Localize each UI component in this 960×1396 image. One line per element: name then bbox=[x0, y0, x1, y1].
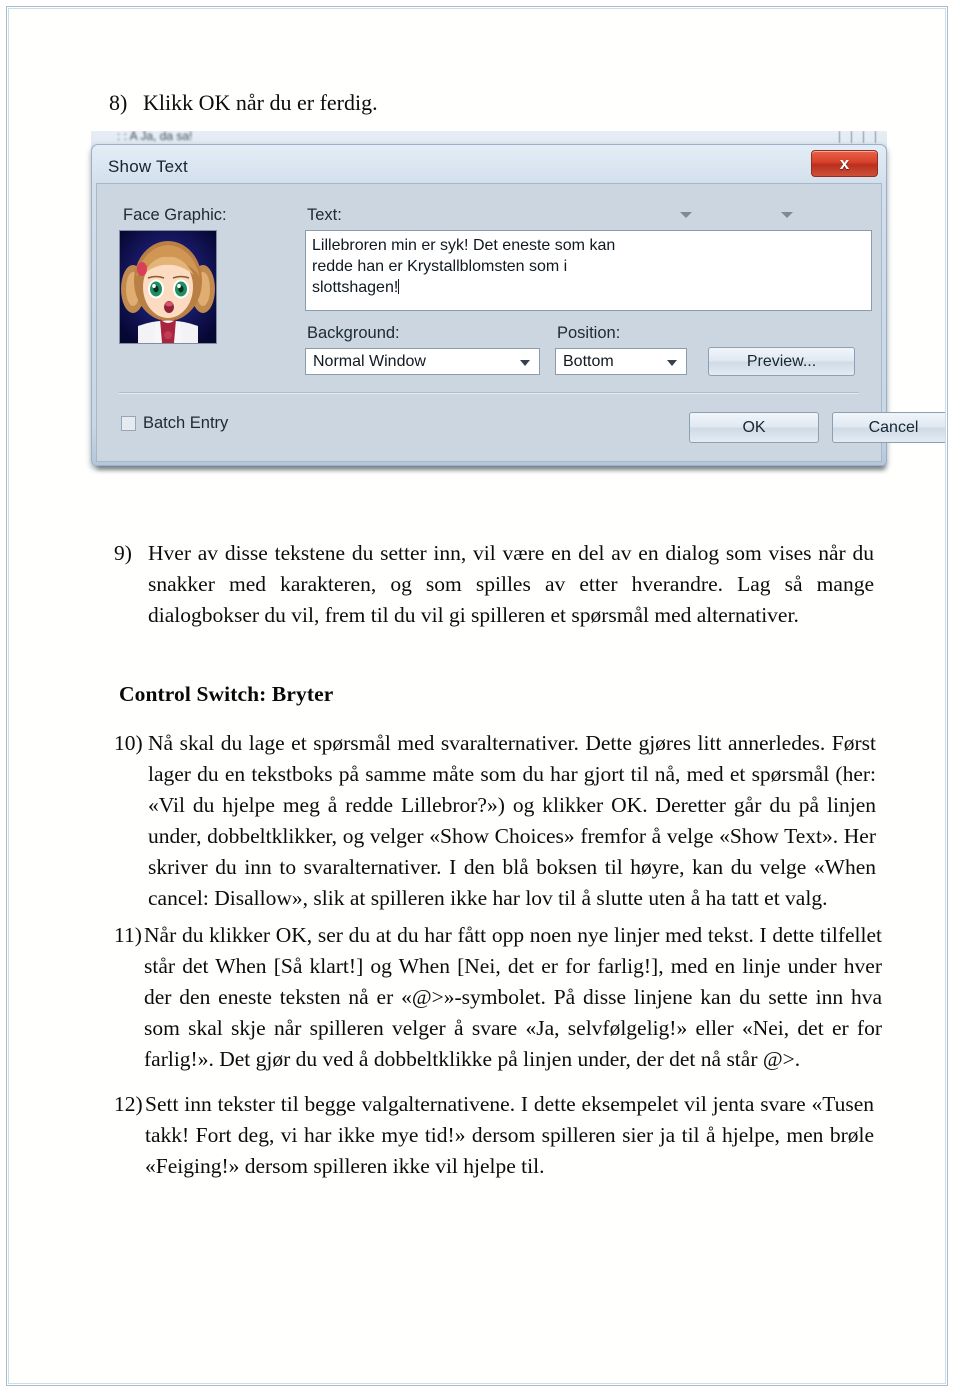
chevron-down-icon bbox=[667, 360, 677, 366]
close-button[interactable]: x bbox=[811, 150, 878, 177]
page-frame: 8) Klikk OK når du er ferdig. : : A Ja, … bbox=[6, 6, 948, 1386]
step-text: Klikk OK når du er ferdig. bbox=[143, 90, 378, 115]
checkbox-icon bbox=[121, 416, 136, 431]
position-select-value: Bottom bbox=[563, 353, 614, 370]
batch-entry-checkbox[interactable]: Batch Entry bbox=[121, 414, 228, 433]
background-window-tick bbox=[875, 131, 876, 143]
batch-entry-label: Batch Entry bbox=[143, 414, 229, 432]
step-item-11: 11) Når du klikker OK, ser du at du har … bbox=[114, 920, 882, 1075]
step-text: Hver av disse tekstene du setter inn, vi… bbox=[148, 541, 874, 627]
step-text: Nå skal du lage et spørsmål med svaralte… bbox=[148, 731, 876, 910]
dialog-title: Show Text bbox=[108, 157, 188, 176]
background-select[interactable]: Normal Window bbox=[305, 348, 540, 375]
step-item-10: 10) Nå skal du lage et spørsmål med svar… bbox=[114, 728, 876, 914]
dialog-client-area: Face Graphic: Text: Lillebroren min er s… bbox=[96, 183, 945, 462]
cancel-button-label: Cancel bbox=[868, 418, 919, 436]
step-marker: 11) bbox=[114, 923, 142, 947]
chevron-down-icon-1[interactable] bbox=[680, 212, 692, 218]
step-marker: 9) bbox=[114, 541, 132, 565]
chevron-down-icon-2[interactable] bbox=[781, 212, 793, 218]
step-marker: 12) bbox=[114, 1092, 143, 1116]
chevron-down-icon bbox=[520, 360, 530, 366]
text-line-1: Lillebroren min er syk! Det eneste som k… bbox=[312, 237, 616, 254]
face-graphic-thumbnail[interactable] bbox=[119, 230, 217, 344]
text-input[interactable]: Lillebroren min er syk! Det eneste som k… bbox=[305, 230, 872, 311]
preview-button-label: Preview... bbox=[746, 352, 817, 370]
background-window-blurred-text: : : A Ja, da sa! bbox=[117, 131, 193, 143]
step-marker: 8) bbox=[109, 90, 128, 115]
step-marker: 10) bbox=[114, 731, 143, 755]
embedded-screenshot-show-text-dialog: : : A Ja, da sa! Show Text x Face Graphi… bbox=[91, 131, 945, 474]
divider bbox=[119, 392, 859, 394]
text-caret bbox=[398, 279, 400, 294]
step-text: Når du klikker OK, ser du at du har fått… bbox=[144, 923, 882, 1071]
face-graphic-label: Face Graphic: bbox=[123, 206, 227, 224]
step-text: Sett inn tekster til begge valgalternati… bbox=[145, 1092, 874, 1178]
character-portrait-icon bbox=[120, 231, 216, 343]
background-window-tick bbox=[863, 131, 864, 143]
step-item-9: 9) Hver av disse tekstene du setter inn,… bbox=[114, 538, 874, 631]
background-window-tick bbox=[851, 131, 852, 143]
preview-button[interactable]: Preview... bbox=[708, 347, 855, 376]
step-item-12: 12) Sett inn tekster til begge valgalter… bbox=[114, 1089, 874, 1182]
ok-button[interactable]: OK bbox=[689, 412, 819, 443]
background-label: Background: bbox=[307, 324, 400, 342]
background-select-value: Normal Window bbox=[313, 353, 426, 370]
heading-control-switch: Control Switch: Bryter bbox=[119, 682, 334, 706]
show-text-dialog: Show Text x Face Graphic: Text: Lillebro… bbox=[91, 144, 945, 466]
text-label: Text: bbox=[307, 206, 342, 224]
background-window-tick bbox=[839, 131, 840, 143]
ok-button-label: OK bbox=[742, 418, 766, 436]
position-select[interactable]: Bottom bbox=[555, 348, 687, 375]
text-line-3: slottshagen! bbox=[312, 279, 399, 296]
step-item-8: 8) Klikk OK når du er ferdig. bbox=[109, 87, 709, 118]
position-label: Position: bbox=[557, 324, 621, 342]
cancel-button[interactable]: Cancel bbox=[832, 412, 945, 443]
text-line-2: redde han er Krystallblomsten som i bbox=[312, 258, 568, 275]
page-content: 8) Klikk OK når du er ferdig. : : A Ja, … bbox=[8, 8, 946, 1384]
close-icon: x bbox=[839, 153, 850, 173]
